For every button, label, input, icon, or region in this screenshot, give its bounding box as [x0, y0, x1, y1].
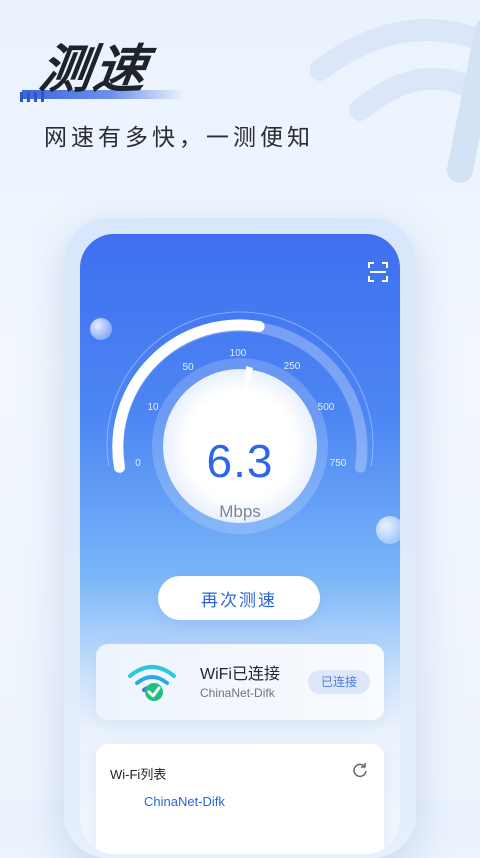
wifi-check-icon	[128, 665, 176, 701]
gauge-tick-label: 500	[318, 402, 335, 413]
gauge-tick-label: 10	[147, 402, 159, 413]
page-title: 测速	[35, 41, 153, 99]
wifi-list-card: Wi-Fi列表 ChinaNet-Difk	[96, 744, 384, 854]
gauge-tick-label: 100	[230, 348, 247, 359]
phone-screen: 0 10 50 100 250 500 750 6.3 Mbps 再次测速 Wi…	[80, 234, 400, 854]
speed-gauge: 0 10 50 100 250 500 750	[106, 311, 374, 534]
wifi-decor-icon	[310, 19, 480, 183]
page-subtitle: 网速有多快，一测便知	[44, 124, 314, 150]
wifi-list-title: Wi-Fi列表	[110, 767, 167, 782]
gauge-tick-label: 250	[284, 361, 301, 372]
wifi-connected-title: WiFi已连接	[200, 666, 280, 683]
refresh-icon[interactable]	[352, 762, 368, 778]
headline: 测速	[20, 40, 184, 102]
retest-button[interactable]: 再次测速	[158, 576, 320, 620]
wifi-ssid: ChinaNet-Difk	[200, 686, 275, 700]
wifi-list-item[interactable]: ChinaNet-Difk	[144, 794, 225, 809]
status-badge: 已连接	[308, 670, 370, 694]
wifi-status-card[interactable]: WiFi已连接 ChinaNet-Difk 已连接	[96, 644, 384, 720]
gauge-tick-label: 50	[182, 362, 194, 373]
speed-value: 6.3	[206, 435, 274, 487]
speed-unit: Mbps	[219, 502, 261, 521]
